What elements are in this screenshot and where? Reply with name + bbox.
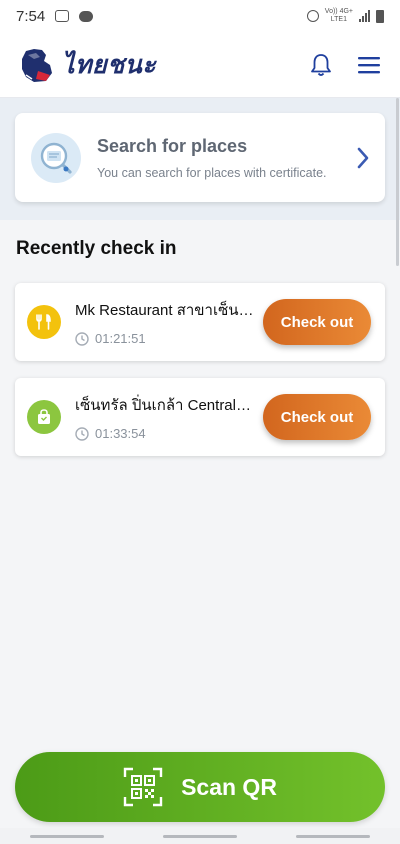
place-name: เซ็นทรัล ปิ่นเกล้า Central Pinklao [75,397,255,414]
category-badge [27,305,61,339]
checkin-card: Mk Restaurant สาขาเซ็นทรัล ปิ่นเกล้า 01:… [15,283,385,361]
signal-icon [359,10,370,22]
hamburger-menu-icon [358,56,380,73]
app-logo: ไทยชนะ [16,45,156,85]
checkin-card: เซ็นทรัล ปิ่นเกล้า Central Pinklao 01:33… [15,378,385,456]
fist-logo-icon [22,48,52,82]
alarm-icon [306,10,319,22]
network-bottom-text: LTE1 [330,16,347,23]
scan-qr-button[interactable]: Scan QR [15,752,385,822]
search-subtitle: You can search for places with certifica… [97,165,327,180]
checkout-button[interactable]: Check out [263,394,371,440]
battery-icon [376,9,384,23]
nav-home[interactable] [162,834,237,838]
notifications-button[interactable] [308,52,334,78]
nav-back[interactable] [296,834,371,838]
search-icon-badge [31,132,81,183]
status-time: 7:54 [16,7,46,25]
elapsed-time: 01:33:54 [95,426,146,441]
category-badge [27,400,61,434]
bell-icon [311,53,331,76]
clock-icon [75,426,89,441]
scrollbar[interactable] [396,98,399,266]
app-header: ไทยชนะ [0,32,400,98]
chat-notification-icon [79,10,94,22]
search-section: Search for places You can search for pla… [0,98,400,220]
network-indicator: Vo)) 4G+ LTE1 [325,8,353,24]
system-nav-bar [0,828,400,844]
elapsed-time: 01:21:51 [95,331,146,346]
chevron-right-icon [357,147,369,168]
search-certificate-icon [40,142,72,174]
network-top-text: Vo)) 4G+ [324,8,353,15]
checkout-button[interactable]: Check out [263,299,371,345]
shopping-bag-icon [38,409,50,424]
menu-button[interactable] [356,52,382,78]
app-name: ไทยชนะ [62,49,157,79]
place-name: Mk Restaurant สาขาเซ็นทรัล ปิ่นเกล้า [75,302,255,319]
status-bar: 7:54 Vo)) 4G+ LTE1 [0,0,400,32]
search-places-card[interactable]: Search for places You can search for pla… [15,113,385,202]
recent-checkins-title: Recently check in [16,238,177,259]
nav-recent-apps[interactable] [29,834,104,838]
search-title: Search for places [97,135,248,156]
scan-qr-label: Scan QR [181,773,277,800]
screenshot-icon [55,10,70,22]
restaurant-icon [36,314,51,330]
clock-icon [75,331,89,346]
qr-code-icon [123,767,163,807]
